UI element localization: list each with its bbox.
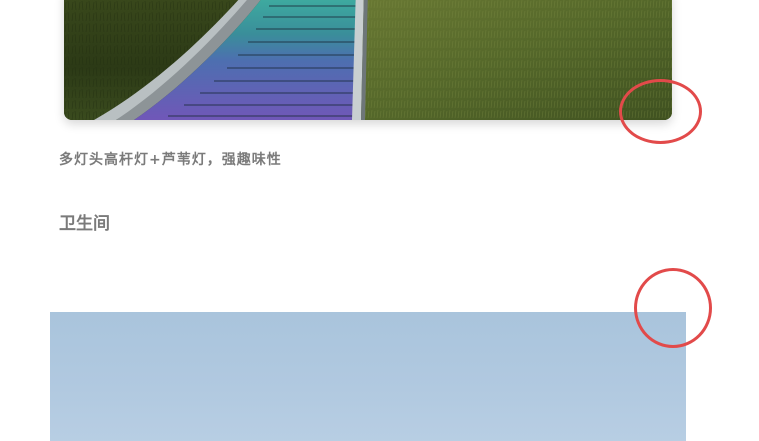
section-heading: 卫生间	[59, 214, 110, 234]
annotation-circle-1	[619, 79, 702, 144]
article-page: 多灯头高杆灯+芦苇灯，强趣味性 卫生间	[0, 0, 759, 441]
photo-caption: 多灯头高杆灯+芦苇灯，强趣味性	[59, 152, 282, 168]
sky-image	[50, 312, 686, 441]
annotation-circle-2	[634, 268, 712, 348]
slide-on-grass-image	[64, 0, 672, 120]
slide-photo-graphic	[64, 0, 672, 120]
